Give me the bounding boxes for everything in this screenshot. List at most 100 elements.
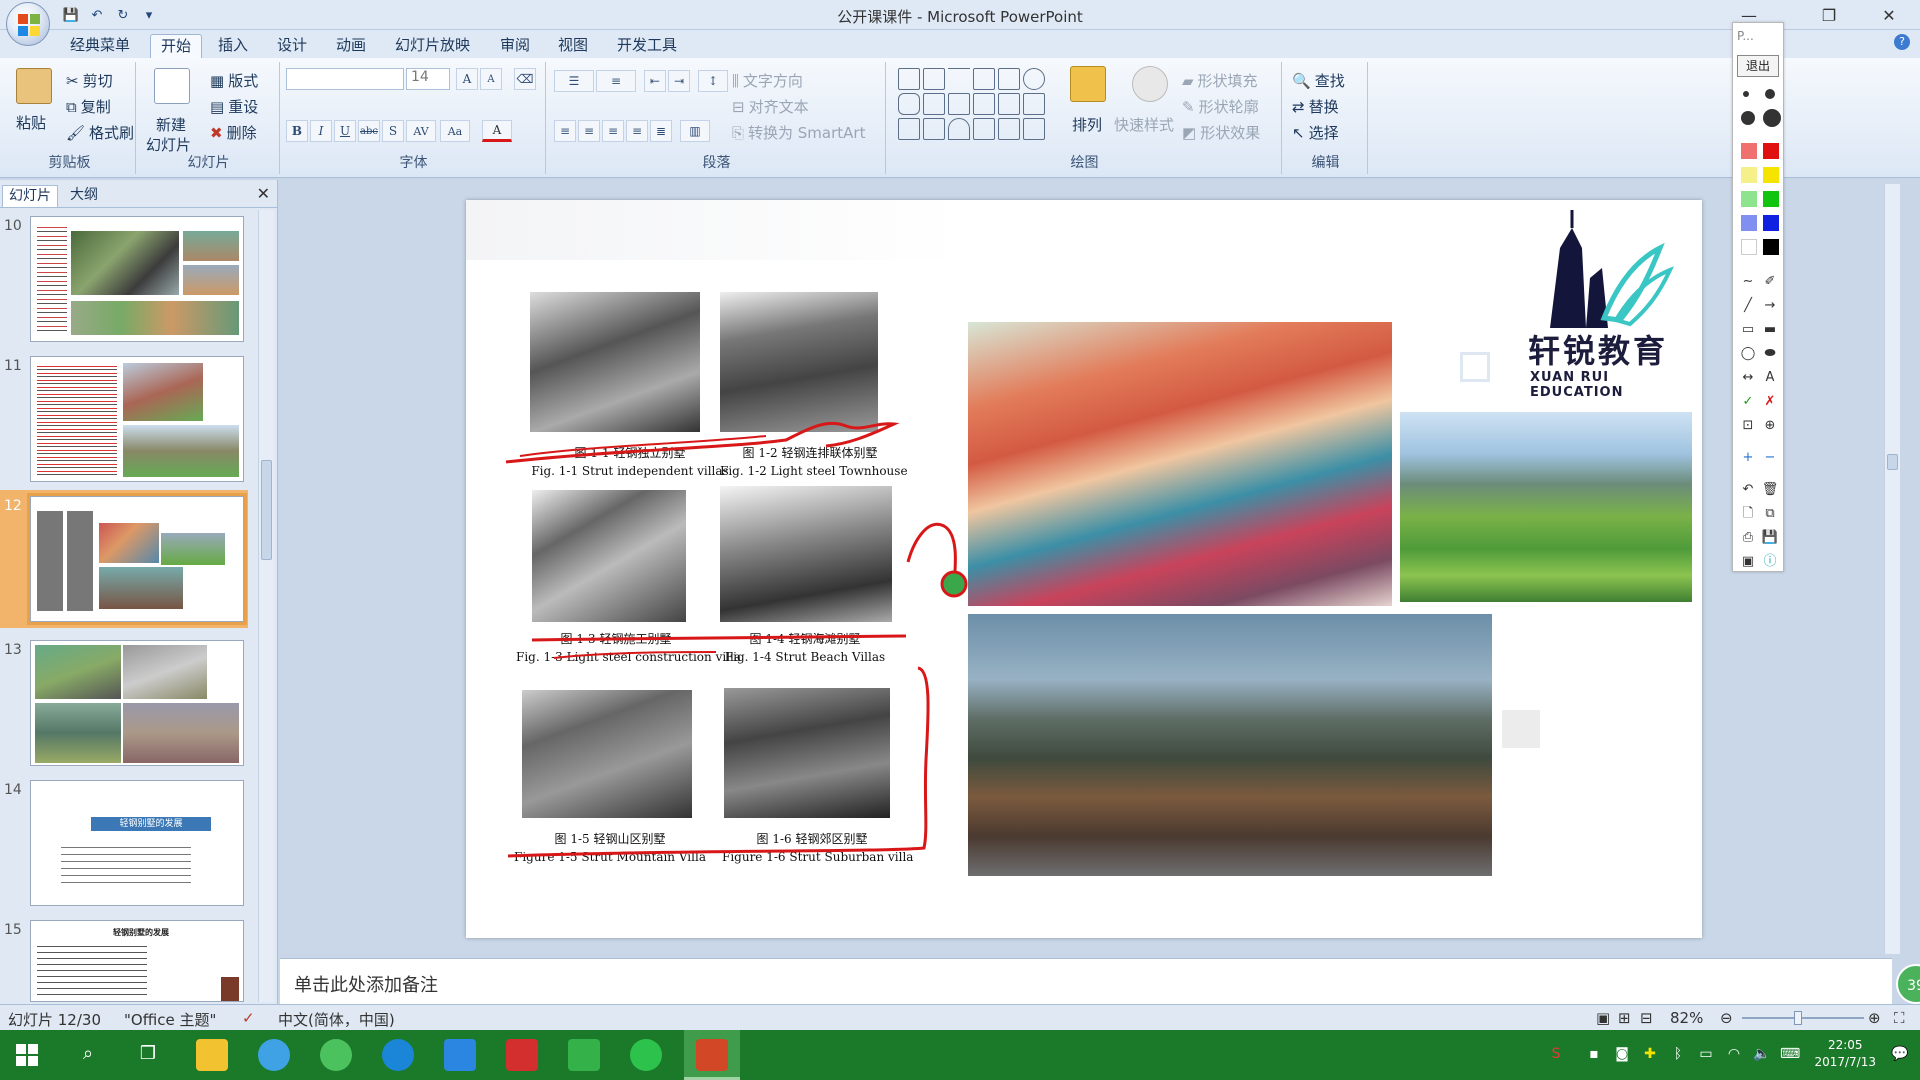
pen-exit-button[interactable]: 退出 (1737, 55, 1779, 77)
taskbar-player-icon[interactable] (568, 1039, 600, 1071)
shape-triangle-icon[interactable] (923, 93, 945, 115)
columns-icon[interactable]: ▥ (680, 120, 710, 142)
shape-arrow-line-icon[interactable] (973, 68, 995, 90)
quick-styles-icon[interactable] (1132, 66, 1168, 102)
tray-wifi-icon[interactable]: ◠ (1724, 1044, 1744, 1064)
tray-battery-icon[interactable]: ▭ (1696, 1044, 1716, 1064)
windows-start-icon[interactable] (16, 1044, 38, 1066)
zoom-tool-icon[interactable]: ⊕ (1761, 417, 1779, 435)
color-light-blue[interactable] (1741, 215, 1757, 231)
tray-volume-icon[interactable]: 🔈 (1752, 1044, 1772, 1064)
paste-button[interactable]: 粘贴 (16, 112, 46, 133)
change-case-button[interactable]: Aa (440, 120, 470, 142)
shape-effects-button[interactable]: ◩ 形状效果 (1182, 122, 1260, 143)
taskbar-acrobat-icon[interactable] (506, 1039, 538, 1071)
shape-line-icon[interactable] (948, 68, 970, 90)
new-slide-icon[interactable] (154, 68, 190, 104)
format-painter-button[interactable]: 🖌 格式刷 (66, 122, 134, 143)
screen-icon[interactable]: ▣ (1739, 553, 1757, 571)
undo-ink-icon[interactable]: ↶ (1739, 481, 1757, 499)
distribute-icon[interactable]: ≣ (650, 120, 672, 142)
taskbar-k-app-icon[interactable] (382, 1039, 414, 1071)
zoom-level[interactable]: 82% (1670, 1009, 1703, 1027)
replace-button[interactable]: ⇄ 替换 (1292, 96, 1339, 117)
tab-home[interactable]: 开始 (150, 34, 203, 58)
color-green[interactable] (1763, 191, 1779, 207)
numbering-icon[interactable]: ≡ (596, 70, 636, 92)
shape-arc-icon[interactable] (948, 118, 970, 140)
taskbar-file-explorer-icon[interactable] (196, 1039, 228, 1071)
canvas-scrollbar[interactable] (1884, 184, 1900, 954)
ellipse-tool-icon[interactable]: ◯ (1739, 345, 1757, 363)
zoom-slider-thumb[interactable] (1794, 1011, 1802, 1025)
minus-icon[interactable]: − (1761, 449, 1779, 467)
tab-slides[interactable]: 幻灯片 (2, 185, 58, 207)
color-black[interactable] (1763, 239, 1779, 255)
shape-brace-right-icon[interactable] (1023, 118, 1045, 140)
shape-textbox-v-icon[interactable] (923, 68, 945, 90)
color-light-red[interactable] (1741, 143, 1757, 159)
slide-thumbnail-13[interactable] (30, 640, 244, 766)
info-icon[interactable]: ⓘ (1761, 553, 1779, 571)
shape-rect-icon[interactable] (998, 68, 1020, 90)
color-red[interactable] (1763, 143, 1779, 159)
bold-button[interactable]: B (286, 120, 308, 142)
current-slide[interactable]: 图 1-1 轻钢独立别墅 Fig. 1-1 Strut independent … (466, 200, 1702, 938)
shape-down-arrow-icon[interactable] (1023, 93, 1045, 115)
increase-indent-icon[interactable]: ⇥ (668, 70, 690, 92)
pen-size-large-icon[interactable] (1741, 111, 1755, 125)
tray-sogou-icon[interactable]: S (1546, 1044, 1566, 1064)
filled-rect-tool-icon[interactable]: ▬ (1761, 321, 1779, 339)
char-spacing-button[interactable]: AV (406, 120, 436, 142)
tab-animations[interactable]: 动画 (326, 34, 376, 58)
notification-icon[interactable]: 💬 (1890, 1044, 1910, 1064)
zoom-out-icon[interactable]: ⊖ (1720, 1009, 1733, 1027)
thumbnails-scrollbar[interactable] (258, 210, 274, 1002)
filled-ellipse-tool-icon[interactable]: ⬬ (1761, 345, 1779, 363)
tray-app-icon[interactable]: ◙ (1612, 1044, 1632, 1064)
tray-plus-icon[interactable]: ✚ (1640, 1044, 1660, 1064)
taskbar-browser-icon[interactable] (320, 1039, 352, 1071)
zoom-slider[interactable] (1742, 1011, 1864, 1025)
slide-thumbnail-12[interactable] (27, 493, 247, 625)
arrange-icon[interactable] (1070, 66, 1106, 102)
align-center-icon[interactable]: ≡ (578, 120, 600, 142)
align-left-icon[interactable]: ≡ (554, 120, 576, 142)
shape-elbow-icon[interactable] (948, 93, 970, 115)
reset-button[interactable]: ▤ 重设 (210, 96, 258, 117)
arrange-button[interactable]: 排列 (1072, 114, 1102, 135)
task-view-icon[interactable]: ❒ (138, 1044, 158, 1064)
smartart-button[interactable]: ⎘ 转换为 SmartArt (732, 122, 865, 143)
eraser-icon[interactable]: ✐ (1761, 273, 1779, 291)
crop-tool-icon[interactable]: ⊡ (1739, 417, 1757, 435)
search-icon[interactable]: ⌕ (78, 1044, 98, 1064)
zoom-in-icon[interactable]: ⊕ (1868, 1009, 1881, 1027)
help-icon[interactable]: ? (1894, 34, 1910, 50)
copy-button[interactable]: ⧉ 复制 (66, 96, 111, 117)
tab-classic-menu[interactable]: 经典菜单 (60, 34, 140, 58)
line-spacing-icon[interactable]: ↕ (698, 70, 728, 92)
copy-page-icon[interactable]: ⧉ (1761, 505, 1779, 523)
text-direction-button[interactable]: ⫼ 文字方向 (732, 70, 803, 91)
paste-icon[interactable] (16, 68, 52, 104)
office-button[interactable] (6, 2, 50, 46)
save-ink-icon[interactable]: 💾 (1761, 529, 1779, 547)
tab-review[interactable]: 审阅 (490, 34, 540, 58)
freehand-pen-icon[interactable]: ∼ (1739, 273, 1757, 291)
shape-outline-button[interactable]: ✎ 形状轮廓 (1182, 96, 1259, 117)
font-name-combo[interactable] (286, 68, 404, 90)
slide-thumbnail-11[interactable] (30, 356, 244, 482)
restore-button[interactable]: ❐ (1806, 0, 1852, 30)
spell-check-icon[interactable]: ✓ (242, 1009, 255, 1027)
slide-thumbnail-14[interactable]: 轻钢别墅的发展 (30, 780, 244, 906)
tab-slideshow[interactable]: 幻灯片放映 (385, 34, 480, 58)
pen-size-xlarge-icon[interactable] (1763, 109, 1781, 127)
color-yellow[interactable] (1763, 167, 1779, 183)
slide-thumbnail-10[interactable] (30, 216, 244, 342)
shape-roundrect-icon[interactable] (898, 93, 920, 115)
print-icon[interactable]: ⎙ (1739, 529, 1757, 547)
tab-design[interactable]: 设计 (267, 34, 317, 58)
pen-size-small-icon[interactable] (1743, 91, 1749, 97)
shape-elbow2-icon[interactable] (973, 93, 995, 115)
thumbnails-scroll-thumb[interactable] (261, 460, 272, 560)
